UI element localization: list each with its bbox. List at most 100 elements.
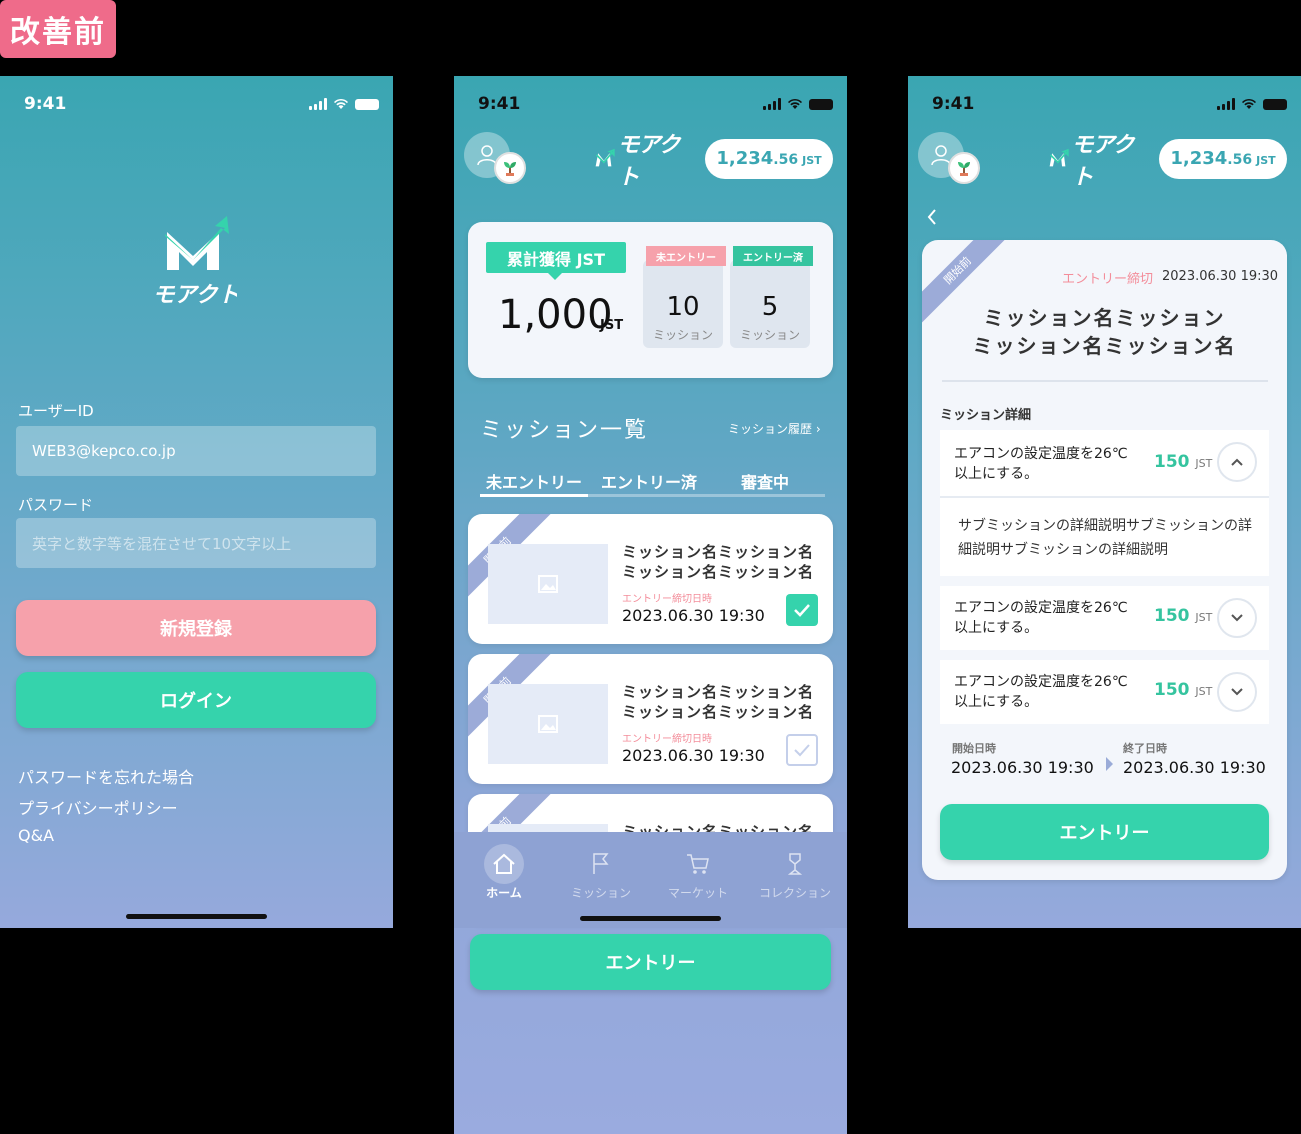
- home-indicator: [126, 914, 267, 919]
- brand-logo: モアクト: [594, 133, 686, 190]
- start-label: 開始日時: [952, 742, 996, 755]
- check-icon: [794, 604, 810, 617]
- summary-card: 累計獲得 JST 1,000 JST 未エントリー 10 ミッション エントリー…: [468, 222, 833, 378]
- balance-dec: .56: [773, 152, 799, 168]
- status-time: 9:41: [932, 94, 975, 114]
- submission-text: エアコンの設定温度を26℃ 以上にする。: [954, 672, 1128, 712]
- user-id-input[interactable]: WEB3@kepco.co.jp: [16, 426, 376, 476]
- submission-line1: エアコンの設定温度を26℃: [954, 674, 1128, 690]
- wifi-icon: [788, 98, 802, 109]
- entered-count: 5: [761, 292, 779, 322]
- moact-mark-icon: [595, 148, 615, 167]
- nav-market-label: マーケット: [667, 886, 728, 900]
- home-icon: [493, 853, 515, 874]
- wifi-icon: [1242, 98, 1256, 109]
- unentered-sub: ミッション: [652, 328, 713, 342]
- submission-points: 150 JST: [1154, 452, 1212, 472]
- bottom-nav: ホーム ミッション マーケット コレクション: [454, 832, 847, 928]
- mission-title-line1: ミッション名ミッション: [983, 306, 1226, 330]
- expand-button[interactable]: [1217, 672, 1257, 712]
- points-unit: JST: [1195, 611, 1213, 624]
- mission-list-title: ミッション一覧: [480, 418, 649, 443]
- mission-card[interactable]: 開始前 ミッション名ミッション名ミッション名ミッション名 エントリー締切日時 2…: [468, 654, 833, 784]
- deadline-label: エントリー締切: [1062, 272, 1154, 287]
- battery-icon: [809, 98, 833, 110]
- chevron-down-icon: [1231, 614, 1243, 622]
- nav-mission-label: ミッション: [570, 886, 631, 900]
- entry-button[interactable]: エントリー: [470, 934, 831, 990]
- signal-icon: [1217, 98, 1235, 110]
- nav-collection[interactable]: コレクション: [750, 846, 840, 901]
- trophy-icon: [787, 853, 803, 875]
- brand-wordmark: モアクト: [1071, 133, 1134, 190]
- arrow-right-icon: [1106, 757, 1113, 771]
- entered-count-box[interactable]: エントリー済 5 ミッション: [730, 246, 813, 348]
- sprout-badge: [494, 152, 526, 184]
- balance-int: 1,234: [1170, 148, 1228, 169]
- check-icon: [794, 744, 810, 757]
- nav-market[interactable]: マーケット: [653, 846, 743, 901]
- submission-line2: 以上にする。: [954, 466, 1039, 482]
- deadline-value: 2023.06.30 19:30: [622, 746, 765, 765]
- balance-unit: JST: [1256, 154, 1276, 167]
- home-screen: 9:41 モアクト 1,234.56 JST 累計獲得 JST 1,000 JST…: [454, 76, 847, 1134]
- user-id-label: ユーザーID: [18, 402, 94, 420]
- points-value: 150: [1154, 452, 1190, 472]
- summary-value: 1,000: [498, 292, 613, 338]
- submission-line1: エアコンの設定温度を26℃: [954, 446, 1128, 462]
- sprout-badge: [948, 152, 980, 184]
- status-bar: 9:41: [454, 94, 847, 116]
- mission-history-link[interactable]: ミッション履歴 ›: [728, 420, 821, 437]
- nav-collection-label: コレクション: [758, 886, 831, 900]
- submission-item[interactable]: エアコンの設定温度を26℃ 以上にする。 150 JST: [940, 586, 1269, 650]
- status-time: 9:41: [478, 94, 521, 114]
- submission-item[interactable]: エアコンの設定温度を26℃ 以上にする。 150 JST: [940, 660, 1269, 724]
- forgot-password-link[interactable]: パスワードを忘れた場合: [18, 764, 194, 788]
- back-arrow-icon[interactable]: [926, 208, 938, 226]
- submission-text: エアコンの設定温度を26℃ 以上にする。: [954, 598, 1128, 638]
- entered-sub: ミッション: [739, 328, 800, 342]
- mission-detail-screen: 9:41 モアクト 1,234.56 JST 開始前 エントリー締切 2023.0…: [908, 76, 1301, 928]
- entry-button[interactable]: エントリー: [940, 804, 1269, 860]
- nav-mission[interactable]: ミッション: [556, 846, 646, 901]
- login-button[interactable]: ログイン: [16, 672, 376, 728]
- balance-pill[interactable]: 1,234.56 JST: [1159, 139, 1287, 179]
- signal-icon: [763, 98, 781, 110]
- end-label: 終了日時: [1123, 742, 1167, 755]
- moact-mark-icon: [1049, 148, 1069, 167]
- unentered-head: 未エントリー: [646, 246, 726, 266]
- collapse-button[interactable]: [1217, 442, 1257, 482]
- signal-icon: [309, 98, 327, 110]
- mission-history-label: ミッション履歴: [728, 422, 813, 436]
- points-unit: JST: [1195, 457, 1213, 470]
- mission-card[interactable]: 開始前 ミッション名ミッション名ミッション名ミッション名 エントリー締切日時 2…: [468, 514, 833, 644]
- status-time: 9:41: [24, 94, 67, 114]
- entry-checkbox[interactable]: [786, 594, 818, 626]
- tab-unentered[interactable]: 未エントリー: [486, 469, 582, 493]
- qa-link[interactable]: Q&A: [18, 826, 54, 845]
- entered-head: エントリー済: [733, 246, 813, 266]
- points-value: 150: [1154, 680, 1190, 700]
- password-input[interactable]: 英字と数字等を混在させて10文字以上: [16, 518, 376, 568]
- expand-button[interactable]: [1217, 598, 1257, 638]
- before-tag: 改善前: [0, 0, 116, 58]
- chevron-down-icon: [1231, 688, 1243, 696]
- nav-home[interactable]: ホーム: [459, 844, 549, 901]
- brand-logo: モアクト: [1048, 133, 1140, 190]
- tab-entered[interactable]: エントリー済: [601, 469, 697, 493]
- battery-icon: [355, 98, 379, 110]
- balance-int: 1,234: [716, 148, 774, 169]
- deadline-label: エントリー締切日時: [622, 594, 712, 605]
- home-indicator: [580, 916, 721, 921]
- privacy-policy-link[interactable]: プライバシーポリシー: [18, 795, 178, 819]
- submission-item[interactable]: エアコンの設定温度を26℃ 以上にする。 150 JST サブミッションの詳細説明…: [940, 430, 1269, 576]
- tab-reviewing[interactable]: 審査中: [741, 469, 789, 493]
- divider: [940, 496, 1269, 498]
- balance-pill[interactable]: 1,234.56 JST: [705, 139, 833, 179]
- section-heading: ミッション詳細: [940, 408, 1032, 423]
- register-button[interactable]: 新規登録: [16, 600, 376, 656]
- logo-wordmark: モアクト: [155, 283, 237, 308]
- entry-checkbox[interactable]: [786, 734, 818, 766]
- cart-icon: [687, 854, 709, 874]
- unentered-count-box[interactable]: 未エントリー 10 ミッション: [643, 246, 726, 348]
